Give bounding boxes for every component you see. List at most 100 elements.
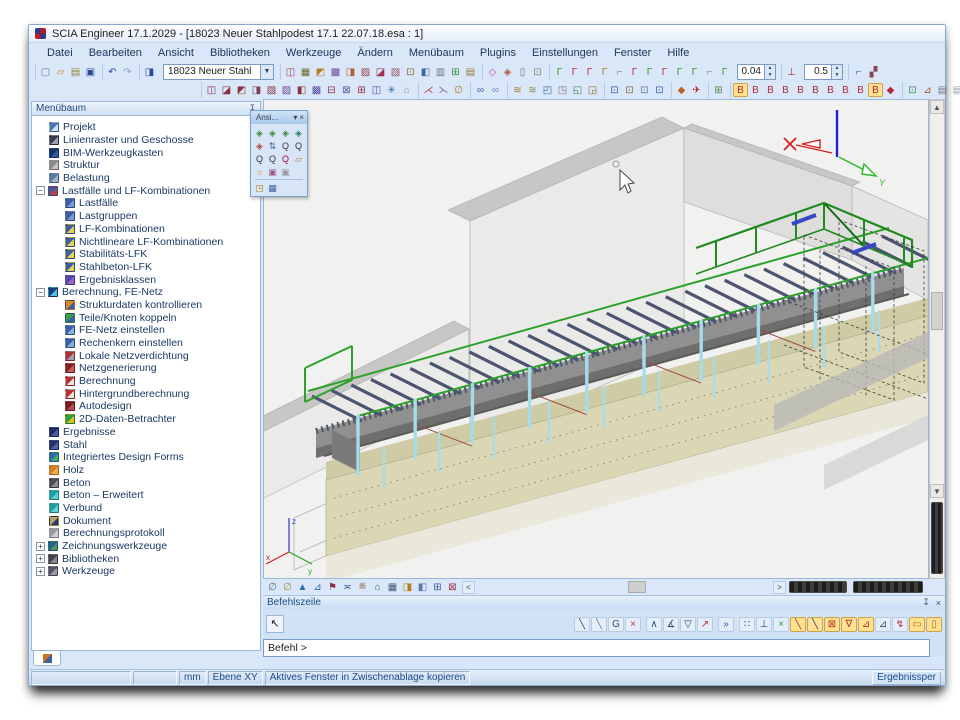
secondary-tool-icon[interactable]: B [793, 83, 808, 97]
view-tool-icon[interactable]: ▦ [266, 181, 279, 194]
chevron-down-icon[interactable]: ▾ [293, 113, 297, 122]
secondary-tool-icon[interactable]: ⊡ [905, 83, 920, 97]
activity-tool-icon[interactable]: ⊡ [530, 65, 545, 79]
file-tool-icon[interactable]: ▱ [53, 65, 68, 79]
snap-toggle-icon[interactable]: ▭ [909, 617, 925, 632]
tree-item-lastfälle-und-lf-kombinationen[interactable]: −Lastfälle und LF-Kombinationen [32, 184, 260, 197]
menu-item-bearbeiten[interactable]: Bearbeiten [81, 45, 150, 61]
secondary-tool-icon[interactable]: ▤ [935, 83, 950, 97]
snap-toggle-icon[interactable]: × [773, 617, 789, 632]
view-tool-icon[interactable]: ◈ [253, 139, 266, 152]
load-scale-spinner[interactable]: 0.5 ▲▼ [804, 64, 843, 80]
scroll-right-icon[interactable]: > [773, 581, 786, 594]
secondary-tool-icon[interactable]: ✳ [384, 83, 399, 97]
activity-tool-icon[interactable]: ◪ [373, 65, 388, 79]
tree-item-verbund[interactable]: Verbund [32, 502, 260, 515]
secondary-tool-icon[interactable]: ∞ [488, 83, 503, 97]
tree-item-projekt[interactable]: Projekt [32, 121, 260, 134]
menu-item-menübaum[interactable]: Menübaum [401, 45, 472, 61]
tree-item-berechnungsprotokoll[interactable]: Berechnungsprotokoll [32, 527, 260, 540]
file-tool-icon[interactable]: ↶ [105, 65, 120, 79]
status-plane[interactable]: Ebene XY [208, 671, 263, 685]
geometry-tool-icon[interactable]: Γ [657, 65, 672, 79]
menu-item-datei[interactable]: Datei [39, 45, 81, 61]
tree-item-autodesign[interactable]: Autodesign [32, 400, 260, 413]
snap-toggle-icon[interactable]: ╲ [807, 617, 823, 632]
secondary-tool-icon[interactable]: ≋ [510, 83, 525, 97]
spinner-arrows[interactable]: ▲▼ [764, 65, 775, 79]
expand-icon[interactable]: + [36, 542, 45, 551]
activity-tool-icon[interactable]: ▦ [298, 65, 313, 79]
tree-item-integriertes-design-forms[interactable]: Integriertes Design Forms [32, 451, 260, 464]
dimension-scale-spinner[interactable]: 0.04 ▲▼ [737, 64, 776, 80]
cursor-tool-button[interactable]: ↖ [266, 615, 284, 633]
scale-tool-icon[interactable]: ▞ [866, 65, 881, 79]
tree-item-rechenkern-einstellen[interactable]: Rechenkern einstellen [32, 337, 260, 350]
vscroll-thumb[interactable] [931, 292, 943, 330]
tree-item-hintergrundberechnung[interactable]: Hintergrundberechnung [32, 387, 260, 400]
menu-item-ändern[interactable]: Ändern [349, 45, 400, 61]
menu-item-werkzeuge[interactable]: Werkzeuge [278, 45, 349, 61]
viewport-3d[interactable]: Y z x y [263, 99, 929, 579]
view-mode-icon[interactable]: ◧ [415, 580, 430, 594]
snap-toggle-icon[interactable]: ▯ [926, 617, 942, 632]
geometry-tool-icon[interactable]: Γ [642, 65, 657, 79]
secondary-tool-icon[interactable]: B [778, 83, 793, 97]
snap-toggle-icon[interactable]: ╲ [790, 617, 806, 632]
secondary-tool-icon[interactable]: ◫ [204, 83, 219, 97]
view-mode-icon[interactable]: ∅ [265, 580, 280, 594]
geometry-tool-icon[interactable]: ⌐ [702, 65, 717, 79]
secondary-tool-icon[interactable]: ◪ [219, 83, 234, 97]
tree-item-berechnung-fe-netz[interactable]: −Berechnung, FE-Netz [32, 286, 260, 299]
tree-item-fe-netz-einstellen[interactable]: FE-Netz einstellen [32, 324, 260, 337]
secondary-tool-icon[interactable]: ▤ [950, 83, 960, 97]
tree-item-holz[interactable]: Holz [32, 464, 260, 477]
view-tool-icon[interactable]: ◈ [253, 126, 266, 139]
activity-tool-icon[interactable]: ◧ [418, 65, 433, 79]
tree-item-linienraster-und-geschosse[interactable]: Linienraster und Geschosse [32, 134, 260, 147]
view-tool-icon[interactable]: ☼ [253, 165, 266, 178]
menu-item-plugins[interactable]: Plugins [472, 45, 524, 61]
view-mode-icon[interactable]: ∅ [280, 580, 295, 594]
menu-item-bibliotheken[interactable]: Bibliotheken [202, 45, 278, 61]
geometry-tool-icon[interactable]: Γ [672, 65, 687, 79]
menu-item-fenster[interactable]: Fenster [606, 45, 659, 61]
menu-item-hilfe[interactable]: Hilfe [659, 45, 697, 61]
dimension-tool-icon[interactable]: ⊥ [784, 65, 799, 79]
pin-icon[interactable]: ↧ [922, 597, 930, 608]
scroll-left-icon[interactable]: < [462, 581, 475, 594]
activity-tool-icon[interactable]: ▩ [328, 65, 343, 79]
activity-tool-icon[interactable]: ▤ [463, 65, 478, 79]
tree-item-2d-daten-betrachter[interactable]: 2D-Daten-Betrachter [32, 413, 260, 426]
view-mode-icon[interactable]: ⚑ [325, 580, 340, 594]
collapse-icon[interactable]: − [36, 288, 45, 297]
secondary-tool-icon[interactable]: ⊞ [354, 83, 369, 97]
secondary-tool-icon[interactable]: ◩ [234, 83, 249, 97]
chevron-down-icon[interactable]: ▼ [260, 65, 273, 79]
menu-item-ansicht[interactable]: Ansicht [150, 45, 202, 61]
view-tool-icon[interactable]: ▣ [279, 165, 292, 178]
secondary-tool-icon[interactable]: ▧ [264, 83, 279, 97]
expand-icon[interactable]: + [36, 554, 45, 563]
sidebar-header[interactable]: Menübaum ↧ [31, 101, 261, 116]
secondary-tool-icon[interactable]: ⋌ [421, 83, 436, 97]
activity-tool-icon[interactable]: ◇ [485, 65, 500, 79]
scroll-up-icon[interactable]: ▲ [930, 100, 944, 114]
file-tool-icon[interactable]: ◨ [142, 65, 157, 79]
close-icon[interactable]: × [936, 598, 941, 608]
geometry-tool-icon[interactable]: Γ [687, 65, 702, 79]
snap-toggle-icon[interactable]: » [718, 617, 734, 632]
title-bar[interactable]: SCIA Engineer 17.1.2029 - [18023 Neuer S… [29, 25, 945, 43]
file-tool-icon[interactable]: ▢ [38, 65, 53, 79]
secondary-tool-icon[interactable]: ⋋ [436, 83, 451, 97]
tree-item-bibliotheken[interactable]: +Bibliotheken [32, 552, 260, 565]
command-input[interactable]: Befehl > [263, 639, 930, 657]
view-tool-icon[interactable]: Q [292, 139, 305, 152]
view-tool-icon[interactable]: ◈ [279, 126, 292, 139]
file-tool-icon[interactable]: ▣ [83, 65, 98, 79]
secondary-tool-icon[interactable]: ⊠ [339, 83, 354, 97]
tree-item-nichtlineare-lf-kombinationen[interactable]: Nichtlineare LF-Kombinationen [32, 235, 260, 248]
tree-item-stahl[interactable]: Stahl [32, 438, 260, 451]
tree-item-bim-werkzeugkasten[interactable]: BIM-Werkzeugkasten [32, 146, 260, 159]
secondary-tool-icon[interactable]: B [748, 83, 763, 97]
